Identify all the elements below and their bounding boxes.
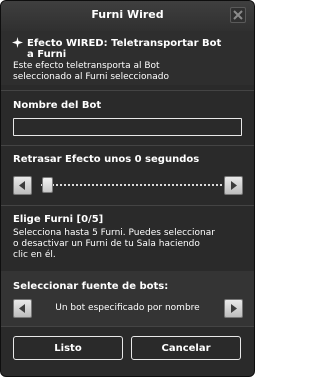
furni-help-line2: o desactivar un Furni de tu Sala haciend… (13, 239, 200, 249)
delay-increase-button[interactable] (224, 176, 243, 195)
delay-label: Retrasar Efecto unos 0 segundos (13, 154, 200, 165)
close-button[interactable] (230, 7, 246, 23)
effect-heading-line2: a Furni (27, 49, 67, 60)
bot-name-label: Nombre del Bot (13, 100, 102, 111)
divider (1, 205, 254, 206)
effect-heading-line1: Efecto WIRED: Teletransportar Bot (27, 38, 222, 49)
bot-source-prev-button[interactable] (13, 299, 32, 318)
furni-help-line1: Selecciona hasta 5 Furni. Puedes selecci… (13, 228, 215, 238)
arrow-left-icon (19, 181, 25, 190)
bot-source-label: Seleccionar fuente de bots: (13, 281, 169, 292)
cancel-button[interactable]: Cancelar (131, 336, 241, 360)
bot-source-value: Un bot especificado por nombre (55, 303, 200, 313)
titlebar[interactable]: Furni Wired (1, 1, 254, 31)
window-title: Furni Wired (91, 8, 164, 21)
effect-description-line2: seleccionado al Furni seleccionado (13, 72, 169, 82)
wired-dialog: Furni Wired Efecto WIRED: Teletransporta… (0, 0, 255, 377)
divider (1, 145, 254, 146)
delay-slider-thumb[interactable] (42, 177, 53, 193)
ok-button[interactable]: Listo (13, 336, 123, 360)
bot-name-input[interactable] (13, 118, 242, 136)
arrow-right-icon (231, 304, 237, 313)
bot-source-panel (1, 271, 254, 326)
delay-decrease-button[interactable] (13, 176, 32, 195)
delay-slider-track[interactable] (41, 184, 242, 188)
arrow-right-icon (231, 181, 237, 190)
arrow-left-icon (19, 304, 25, 313)
divider (1, 326, 254, 327)
divider (1, 90, 254, 91)
effect-description-line1: Este efecto teletransporta al Bot (13, 61, 160, 71)
furni-label: Elige Furni [0/5] (13, 214, 104, 225)
bot-source-next-button[interactable] (224, 299, 243, 318)
furni-help-line3: clic en él. (13, 250, 56, 260)
bolt-icon (12, 37, 23, 48)
close-icon (233, 10, 243, 20)
